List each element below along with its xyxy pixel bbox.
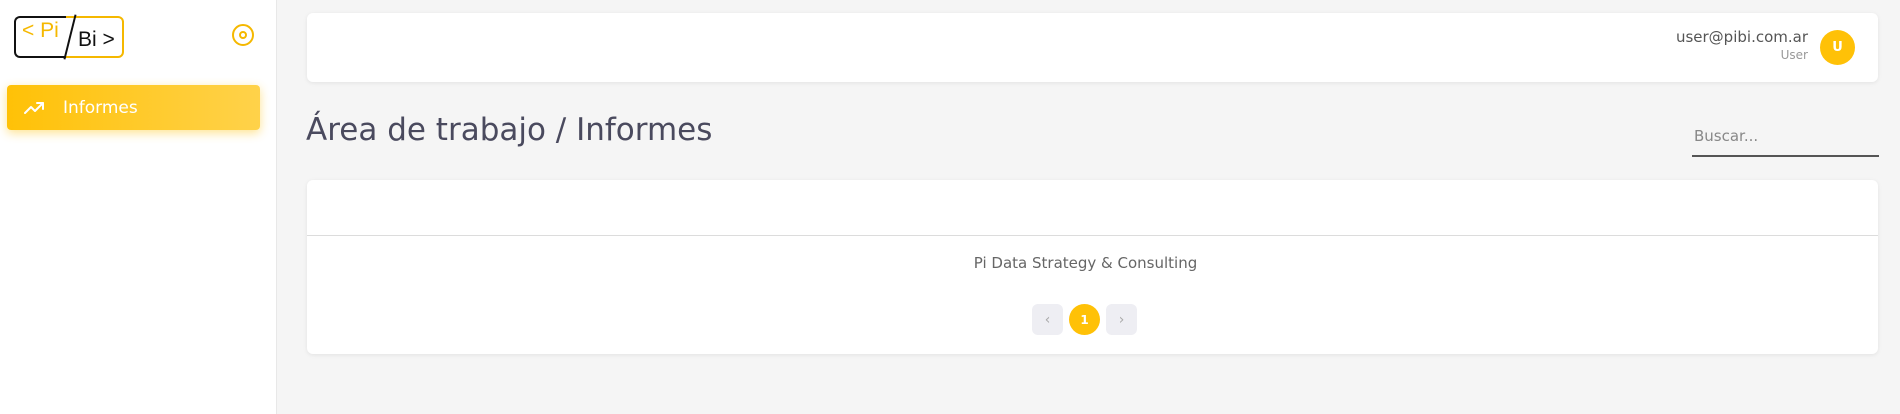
pagination: ‹ 1 ›	[1032, 304, 1137, 335]
page-title: Área de trabajo / Informes	[306, 112, 713, 148]
pibi-logo[interactable]: < Pi Bi >	[14, 14, 126, 60]
reports-card: Pi Data Strategy & Consulting ‹ 1 ›	[307, 180, 1878, 354]
user-info[interactable]: user@pibi.com.ar User	[1676, 27, 1808, 63]
pagination-next-button[interactable]: ›	[1106, 304, 1137, 335]
pagination-prev-button[interactable]: ‹	[1032, 304, 1063, 335]
user-email: user@pibi.com.ar	[1675, 28, 1808, 46]
logo-text-bi: Bi >	[78, 28, 115, 51]
sidebar-item-label: Informes	[63, 97, 138, 118]
card-footer-text: Pi Data Strategy & Consulting	[973, 254, 1198, 272]
top-header: user@pibi.com.ar User U	[307, 13, 1878, 82]
toggle-inner-ring	[239, 31, 247, 39]
search-input[interactable]	[1692, 116, 1879, 157]
logo-text-pi: < Pi	[22, 19, 59, 42]
avatar[interactable]: U	[1820, 30, 1855, 65]
sidebar: < Pi Bi > Informes	[0, 0, 277, 414]
card-divider	[307, 235, 1878, 236]
user-role: User	[1780, 48, 1808, 62]
trending-up-icon	[24, 101, 44, 114]
sidebar-item-informes[interactable]: Informes	[7, 85, 260, 130]
pagination-page-1[interactable]: 1	[1069, 304, 1100, 335]
sidebar-toggle-icon[interactable]	[232, 24, 254, 46]
